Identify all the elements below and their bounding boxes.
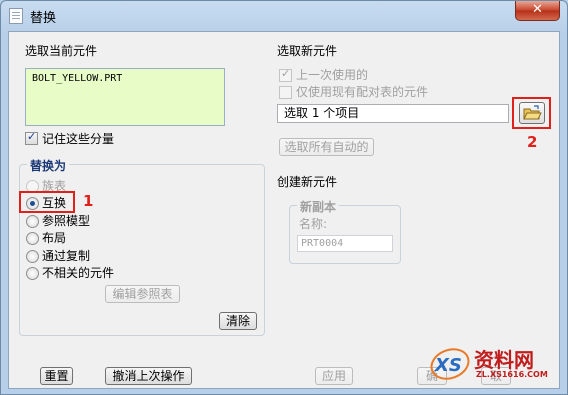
list-item[interactable]: BOLT_YELLOW.PRT [32, 73, 218, 84]
remember-components-checkbox[interactable] [25, 130, 38, 145]
name-input[interactable]: PRT0004 [297, 235, 393, 252]
radio-copy[interactable] [26, 250, 39, 263]
apply-button[interactable]: 应用 [315, 367, 353, 385]
dialog-body: 选取当前元件 BOLT_YELLOW.PRT 记住这些分量 替换为 族表 互换 … [8, 31, 560, 389]
current-component-label: 选取当前元件 [25, 44, 98, 58]
replace-with-title: 替换为 [27, 157, 70, 174]
radio-unrelated-label: 不相关的元件 [42, 266, 115, 280]
radio-reference-model-label: 参照模型 [42, 214, 91, 228]
clear-button[interactable]: 清除 [219, 312, 257, 330]
new-copy-title: 新副本 [297, 198, 340, 215]
svg-text:XS: XS [434, 355, 462, 376]
close-button[interactable]: ✕ [515, 1, 560, 21]
edit-reference-table-button[interactable]: 编辑参照表 [105, 285, 180, 303]
marker-2: 2 [527, 133, 538, 151]
watermark-url: ZL.XS1616.COM [476, 370, 548, 379]
marker-1: 1 [83, 192, 94, 210]
undo-button[interactable]: 撤消上次操作 [105, 367, 192, 385]
last-used-checkbox[interactable] [279, 67, 292, 82]
window-title: 替换 [30, 11, 57, 26]
pair-table-only-checkbox[interactable] [279, 86, 292, 99]
last-used-label: 上一次使用的 [296, 68, 369, 82]
current-component-list[interactable]: BOLT_YELLOW.PRT [25, 68, 225, 126]
watermark-text: 资料网 [474, 348, 534, 372]
window-icon [9, 8, 23, 24]
watermark: XS 资料网 ZL.XS1616.COM [428, 342, 553, 384]
radio-reference-model[interactable] [26, 215, 39, 228]
pair-table-only-label: 仅使用现有配对表的元件 [296, 85, 429, 99]
highlight-box-2 [512, 97, 551, 129]
create-new-component-label: 创建新元件 [277, 175, 338, 189]
watermark-logo-icon: XS [430, 348, 470, 380]
reset-button[interactable]: 重置 [40, 367, 73, 385]
dialog-window: 替换 ✕ 选取当前元件 BOLT_YELLOW.PRT 记住这些分量 替换为 族… [0, 0, 568, 395]
highlight-box-1 [19, 191, 75, 213]
select-all-auto-button[interactable]: 选取所有自动的 [279, 138, 374, 156]
radio-copy-label: 通过复制 [42, 249, 91, 263]
radio-layout[interactable] [26, 232, 39, 245]
radio-layout-label: 布局 [42, 231, 67, 245]
name-label: 名称: [299, 217, 328, 231]
title-bar[interactable]: 替换 ✕ [1, 1, 567, 31]
radio-unrelated[interactable] [26, 267, 39, 280]
selection-field[interactable]: 选取 1 个项目 [277, 104, 509, 123]
new-component-label: 选取新元件 [277, 44, 338, 58]
remember-components-label: 记住这些分量 [42, 132, 115, 146]
